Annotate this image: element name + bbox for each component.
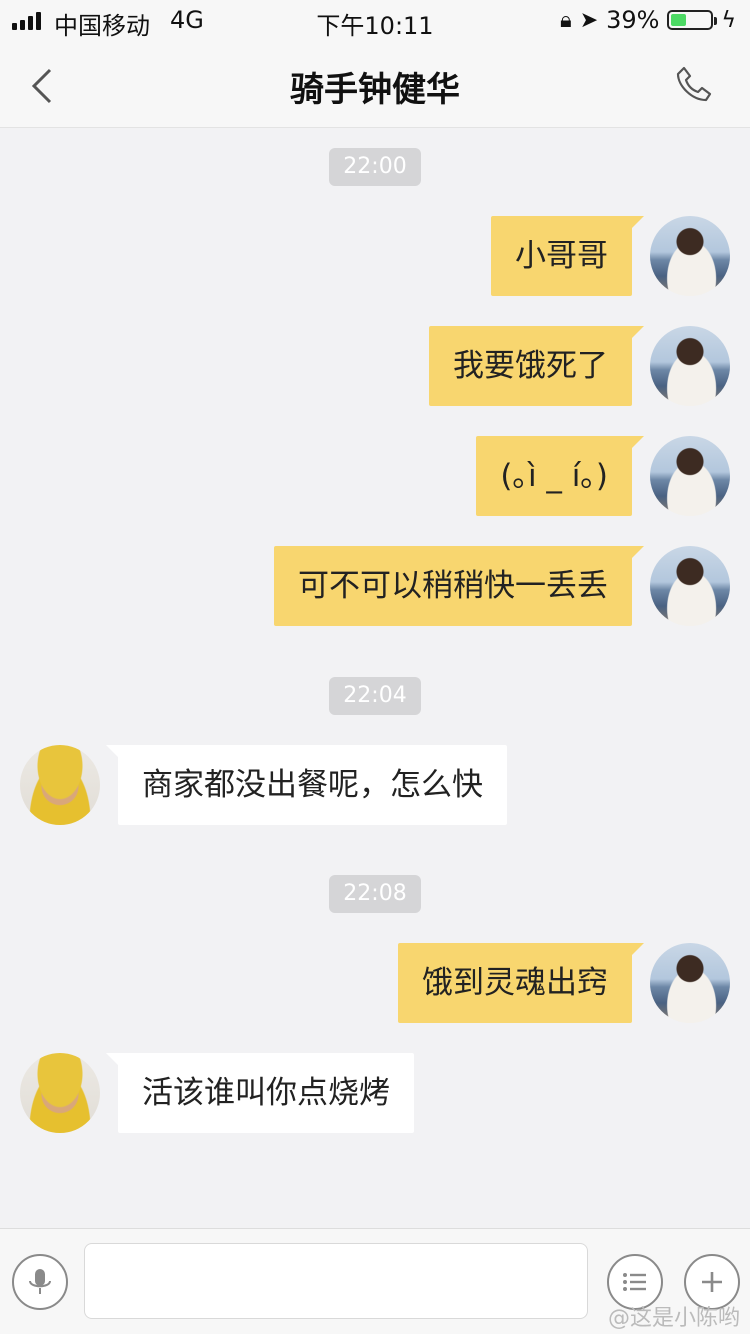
message-input[interactable]: [84, 1243, 588, 1319]
nav-bar: 骑手钟健华: [0, 40, 750, 128]
avatar-me[interactable]: [650, 326, 730, 406]
message-bubble[interactable]: 小哥哥: [491, 216, 644, 296]
timestamp: 22:04: [329, 677, 421, 715]
location-icon: ➤: [579, 7, 599, 33]
message-bubble[interactable]: 活该谁叫你点烧烤: [106, 1053, 414, 1133]
battery-percent: 39%: [606, 6, 660, 34]
avatar-me[interactable]: [650, 216, 730, 296]
avatar-me[interactable]: [650, 546, 730, 626]
message-bubble[interactable]: (｡ì _ í｡): [476, 436, 644, 516]
page-title: 骑手钟健华: [290, 70, 460, 110]
timestamp: 22:08: [329, 875, 421, 913]
message-bubble[interactable]: 饿到灵魂出窍: [398, 943, 644, 1023]
status-right: 🔒︎ ➤ 39% ϟ: [560, 6, 736, 34]
list-icon: [623, 1273, 646, 1291]
avatar-me[interactable]: [650, 436, 730, 516]
watermark: @这是小陈哟: [607, 1306, 740, 1331]
rotation-lock-icon: 🔒︎: [559, 7, 572, 33]
avatar-me[interactable]: [650, 943, 730, 1023]
phone-icon[interactable]: [674, 64, 714, 104]
message-bubble[interactable]: 我要饿死了: [429, 326, 644, 406]
avatar-rider[interactable]: [20, 745, 100, 825]
voice-button[interactable]: [12, 1254, 68, 1310]
charging-icon: ϟ: [721, 7, 736, 33]
message-bubble[interactable]: 可不可以稍稍快一丢丢: [274, 546, 644, 626]
message-bubble[interactable]: 商家都没出餐呢，怎么快: [106, 745, 507, 825]
battery-icon: [667, 10, 718, 30]
status-bar: 中国移动 4G 下午10:11 🔒︎ ➤ 39% ϟ: [0, 0, 750, 40]
battery-fill: [671, 14, 687, 26]
plus-icon: [702, 1272, 722, 1292]
avatar-rider[interactable]: [20, 1053, 100, 1133]
microphone-icon: [29, 1269, 51, 1294]
timestamp: 22:00: [329, 148, 421, 186]
